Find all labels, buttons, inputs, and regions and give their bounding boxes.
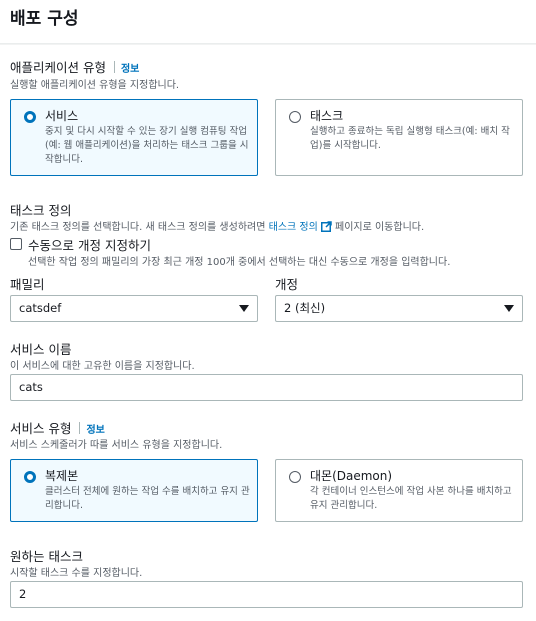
desired-tasks-label: 원하는 태스크 bbox=[10, 549, 83, 564]
service-type-info-link[interactable]: 정보 bbox=[86, 425, 104, 436]
service-name-input[interactable]: cats bbox=[10, 374, 523, 401]
task-option-tile[interactable]: 태스크 실행하고 종료하는 독립 실행형 태스크(예: 배치 작업)를 시작합니… bbox=[275, 99, 523, 176]
replica-option-tile[interactable]: 복제본 클러스터 전체에 원하는 작업 수를 배치하고 유지 관리합니다. bbox=[10, 459, 258, 522]
service-name-description: 이 서비스에 대한 고유한 이름을 지정합니다. bbox=[10, 361, 195, 372]
service-type-label-row: 서비스 유형 정보 bbox=[10, 418, 105, 437]
daemon-option-tile[interactable]: 대몬(Daemon) 각 컨테이너 인스턴스에 작업 사본 하나를 배치하고 유… bbox=[275, 459, 523, 522]
manual-revision-description: 선택한 작업 정의 패밀리의 가장 최근 개정 100개 중에서 선택하는 대신… bbox=[28, 257, 451, 268]
service-type-label: 서비스 유형 bbox=[10, 421, 72, 436]
external-link-icon[interactable] bbox=[320, 221, 332, 232]
caret-down-icon bbox=[504, 305, 514, 312]
application-type-label-row: 애플리케이션 유형 정보 bbox=[10, 57, 139, 76]
manual-revision-label[interactable]: 수동으로 개정 지정하기 bbox=[28, 235, 151, 254]
manual-revision-checkbox[interactable] bbox=[10, 238, 22, 250]
revision-select[interactable]: 2 (최신) bbox=[275, 295, 523, 322]
revision-select-value: 2 (최신) bbox=[284, 301, 326, 315]
daemon-option-title: 대몬(Daemon) bbox=[310, 469, 393, 483]
daemon-option-description: 각 컨테이너 인스턴스에 작업 사본 하나를 배치하고 유지 관리합니다. bbox=[310, 486, 512, 511]
task-radio[interactable] bbox=[289, 111, 301, 123]
daemon-radio[interactable] bbox=[289, 471, 301, 483]
replica-option-title: 복제본 bbox=[45, 469, 79, 483]
section-header: 배포 구성 bbox=[0, 0, 536, 44]
service-option-tile[interactable]: 서비스 중지 및 다시 시작할 수 있는 장기 실행 컴퓨팅 작업(예: 웹 애… bbox=[10, 99, 258, 176]
family-label: 패밀리 bbox=[10, 277, 45, 292]
service-name-label: 서비스 이름 bbox=[10, 342, 72, 357]
application-type-label: 애플리케이션 유형 bbox=[10, 60, 106, 75]
divider bbox=[113, 61, 115, 73]
service-name-value: cats bbox=[19, 380, 43, 394]
replica-radio[interactable] bbox=[24, 471, 36, 483]
task-definition-description: 기존 태스크 정의를 선택합니다. 새 태스크 정의를 생성하려면 태스크 정의… bbox=[10, 218, 424, 233]
task-definition-description-suffix: 페이지로 이동합니다. bbox=[335, 222, 425, 233]
replica-option-description: 클러스터 전체에 원하는 작업 수를 배치하고 유지 관리합니다. bbox=[45, 486, 250, 511]
deployment-config-panel: 애플리케이션 유형 정보 실행할 애플리케이션 유형을 지정합니다. 서비스 중지… bbox=[0, 45, 536, 621]
desired-tasks-input[interactable]: 2 bbox=[10, 581, 523, 608]
desired-tasks-description: 시작할 태스크 수를 지정합니다. bbox=[10, 568, 143, 579]
service-radio[interactable] bbox=[24, 111, 36, 123]
task-option-description: 실행하고 종료하는 독립 실행형 태스크(예: 배치 작업)를 시작합니다. bbox=[310, 126, 510, 151]
task-definition-link[interactable]: 태스크 정의 bbox=[269, 222, 318, 233]
service-type-description: 서비스 스케줄러가 따를 서비스 유형을 지정합니다. bbox=[10, 440, 223, 451]
task-definition-label: 태스크 정의 bbox=[10, 203, 72, 218]
family-select[interactable]: catsdef bbox=[10, 295, 258, 322]
desired-tasks-value: 2 bbox=[19, 587, 27, 601]
task-option-title: 태스크 bbox=[310, 109, 344, 123]
task-definition-description-prefix: 기존 태스크 정의를 선택합니다. 새 태스크 정의를 생성하려면 bbox=[10, 222, 266, 233]
divider bbox=[79, 422, 81, 434]
family-select-value: catsdef bbox=[19, 301, 62, 315]
revision-label: 개정 bbox=[275, 277, 299, 292]
service-option-title: 서비스 bbox=[45, 109, 79, 123]
caret-down-icon bbox=[239, 305, 249, 312]
section-title: 배포 구성 bbox=[10, 9, 79, 29]
service-option-description: 중지 및 다시 시작할 수 있는 장기 실행 컴퓨팅 작업(예: 웹 애플리케이… bbox=[45, 126, 249, 165]
application-type-info-link[interactable]: 정보 bbox=[121, 64, 139, 75]
application-type-description: 실행할 애플리케이션 유형을 지정합니다. bbox=[10, 80, 180, 91]
